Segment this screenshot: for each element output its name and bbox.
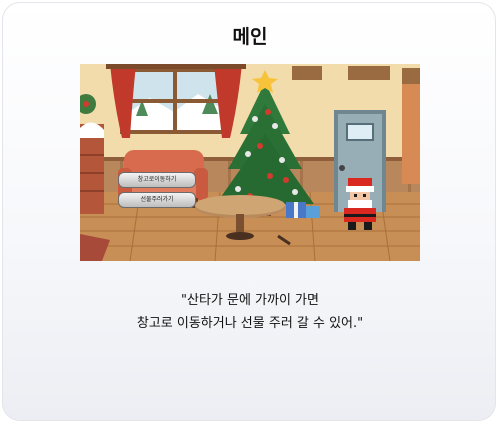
game-scene: 창고로이동하기 선물주러가기	[80, 64, 420, 261]
deliver-gifts-button[interactable]: 선물주러가기	[118, 192, 196, 208]
go-to-storage-button[interactable]: 창고로이동하기	[118, 172, 196, 188]
page-title: 메인	[232, 26, 268, 48]
caption-line-1: "산타가 문에 가까이 가면	[181, 293, 319, 308]
room-illustration	[80, 64, 420, 261]
caption-line-2: 창고로 이동하거나 선물 주러 갈 수 있어."	[136, 316, 364, 331]
caption: "산타가 문에 가까이 가면 창고로 이동하거나 선물 주러 갈 수 있어."	[0, 289, 500, 335]
